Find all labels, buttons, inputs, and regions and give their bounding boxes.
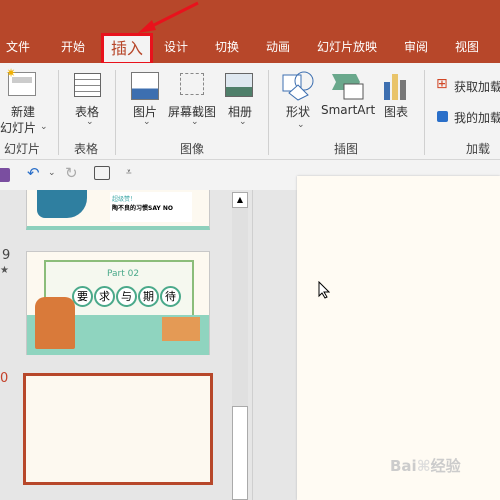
undo-dropdown-icon[interactable]: ⌄: [48, 168, 56, 178]
my-addins-button[interactable]: 我的加载: [454, 109, 500, 126]
tab-transitions[interactable]: 切换: [215, 38, 239, 55]
get-addins-icon: ⊞: [436, 76, 448, 92]
smartart-icon: [332, 74, 364, 100]
tab-view[interactable]: 视图: [455, 38, 479, 55]
shapes-icon: [282, 71, 314, 101]
group-label-slides: 幻灯片: [4, 142, 41, 156]
redo-icon: ↻: [65, 164, 78, 182]
chevron-down-icon[interactable]: ⌄: [239, 117, 247, 127]
slide-thumbnail-10-selected[interactable]: [23, 373, 213, 485]
new-slide-button[interactable]: 新建: [11, 103, 35, 120]
customize-toolbar-icon[interactable]: ⩡: [126, 167, 132, 178]
tab-design[interactable]: 设计: [164, 38, 188, 55]
chevron-down-icon[interactable]: ⌄: [297, 120, 305, 130]
scroll-up-icon[interactable]: ▲: [232, 192, 248, 208]
undo-icon[interactable]: ↶: [27, 164, 40, 182]
group-label-images: 图像: [180, 142, 205, 156]
tab-review[interactable]: 审阅: [404, 38, 428, 55]
my-addins-icon: [437, 111, 448, 122]
scrollbar-thumb[interactable]: [232, 406, 248, 500]
watermark-logo: Bai⌘经验: [390, 457, 461, 475]
red-arrow-annotation: [138, 1, 199, 33]
tab-animations[interactable]: 动画: [266, 38, 290, 55]
chart-button[interactable]: 图表: [384, 103, 408, 120]
chevron-down-icon[interactable]: ⌄: [40, 122, 48, 132]
sparkle-icon: ✷: [6, 66, 17, 80]
thumbnail-scrollbar[interactable]: ▲: [232, 192, 248, 500]
chevron-down-icon[interactable]: ⌄: [191, 117, 199, 127]
smartart-button[interactable]: SmartArt: [321, 103, 375, 117]
new-slide-label[interactable]: 幻灯片: [0, 119, 36, 136]
current-slide[interactable]: [297, 176, 500, 500]
group-label-illustrations: 插图: [334, 142, 359, 156]
slide-part-title: Part 02: [107, 269, 140, 279]
group-label-tables: 表格: [74, 142, 99, 156]
screenshot-icon: [180, 73, 204, 95]
slide-text-card: 超级赞！ 陶不良的习惯SAY NO: [110, 192, 192, 222]
tab-insert[interactable]: 插入: [101, 33, 153, 65]
tab-file[interactable]: 文件: [6, 38, 30, 55]
picture-icon: [131, 72, 159, 100]
slide-number-10: 0: [0, 371, 9, 386]
table-icon: [74, 73, 101, 97]
chevron-down-icon[interactable]: ⌄: [86, 117, 94, 127]
character-illustration: [37, 190, 87, 218]
desk-illustration: [162, 317, 200, 341]
shapes-button[interactable]: 形状: [286, 103, 310, 120]
slide-heading-chars: 要 求 与 期 待: [72, 286, 181, 307]
save-icon[interactable]: [0, 168, 10, 182]
tab-home[interactable]: 开始: [61, 38, 85, 55]
chevron-down-icon[interactable]: ⌄: [143, 117, 151, 127]
slide-thumbnail-9[interactable]: Part 02 要 求 与 期 待: [26, 251, 210, 355]
animation-star-icon: ★: [0, 265, 9, 276]
album-icon: [225, 73, 253, 97]
chart-icon: [384, 74, 406, 100]
get-addins-button[interactable]: 获取加载: [454, 78, 500, 95]
slideshow-from-start-icon[interactable]: [94, 166, 110, 180]
students-illustration: [35, 297, 75, 349]
mouse-cursor-icon: [318, 281, 330, 299]
tab-slideshow[interactable]: 幻灯片放映: [317, 38, 377, 55]
slide-number-9: 9: [2, 248, 11, 263]
slide-thumbnail-8[interactable]: 超级赞！ 陶不良的习惯SAY NO: [26, 190, 210, 230]
